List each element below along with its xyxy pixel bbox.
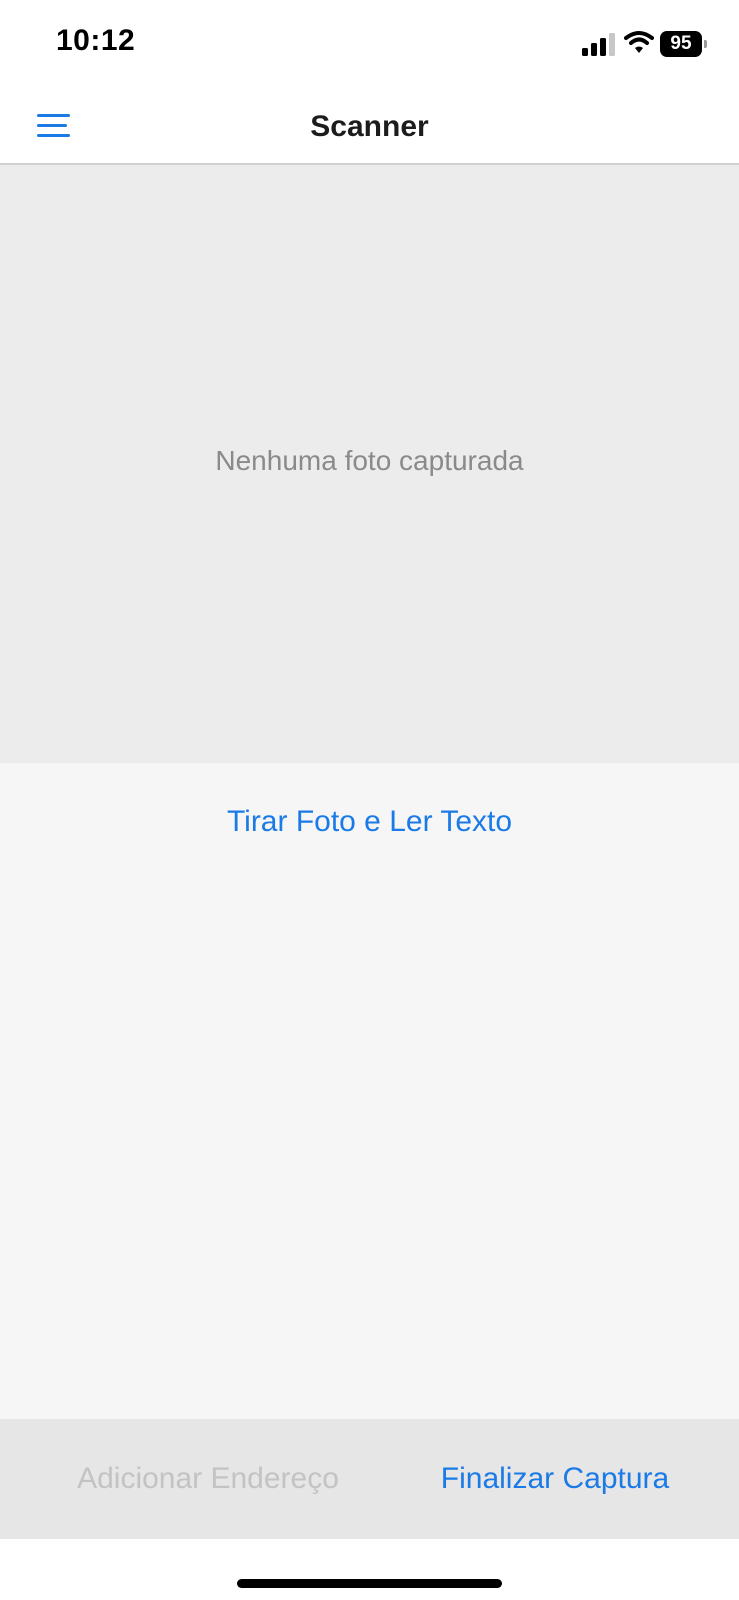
hamburger-menu-icon[interactable] bbox=[30, 104, 78, 148]
battery-tip bbox=[704, 40, 707, 48]
content-area: Tirar Foto e Ler Texto bbox=[0, 763, 739, 1419]
status-bar: 10:12 95 bbox=[0, 0, 739, 90]
bottom-toolbar: Adicionar Endereço Finalizar Captura bbox=[0, 1419, 739, 1539]
battery-icon: 95 bbox=[660, 31, 707, 57]
home-indicator[interactable] bbox=[237, 1579, 502, 1588]
status-time: 10:12 bbox=[56, 24, 136, 57]
photo-preview: Nenhuma foto capturada bbox=[0, 165, 739, 763]
nav-bar: Scanner bbox=[0, 90, 739, 165]
menu-line bbox=[37, 114, 70, 117]
page-title: Scanner bbox=[310, 110, 429, 143]
capture-photo-button[interactable]: Tirar Foto e Ler Texto bbox=[0, 805, 739, 839]
no-photo-message: Nenhuma foto capturada bbox=[215, 445, 524, 476]
menu-line bbox=[37, 124, 67, 127]
menu-line bbox=[37, 134, 70, 137]
signal-icon bbox=[582, 33, 615, 56]
home-area bbox=[0, 1539, 739, 1600]
battery-level: 95 bbox=[670, 33, 692, 54]
wifi-icon bbox=[624, 31, 654, 53]
finish-capture-button[interactable]: Finalizar Captura bbox=[410, 1419, 700, 1539]
add-address-button[interactable]: Adicionar Endereço bbox=[46, 1419, 370, 1539]
